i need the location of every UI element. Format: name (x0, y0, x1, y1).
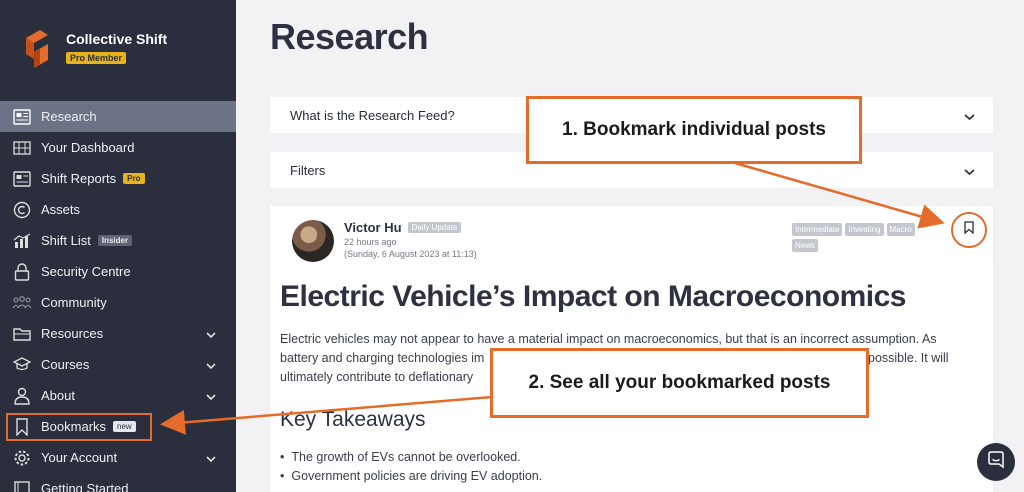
post-timestamp: (Sunday, 6 August 2023 at 11:13) (344, 249, 477, 259)
sidebar-item-research[interactable]: Research (0, 101, 236, 132)
brand-name: Collective Shift (66, 31, 168, 47)
key-takeaways-heading: Key Takeaways (280, 408, 426, 431)
sidebar-item-label: Getting Started (41, 481, 129, 492)
sidebar-item-shift-reports[interactable]: Shift Reports Pro (0, 163, 236, 194)
chevron-down-icon[interactable] (206, 358, 216, 373)
chat-button[interactable] (977, 443, 1015, 481)
post-tag[interactable]: Intermediate (792, 223, 843, 236)
sidebar-item-label: Resources (41, 326, 104, 341)
sidebar-item-about[interactable]: About (0, 380, 236, 411)
sidebar-item-label: Shift Reports (41, 171, 117, 186)
main-content: Research What is the Research Feed? Filt… (236, 0, 1024, 492)
post-body-fragment: battery and charging technologies im (280, 351, 485, 365)
insider-badge: Insider (97, 235, 133, 246)
sidebar-item-label: Assets (41, 202, 81, 217)
graduation-cap-icon (12, 356, 32, 374)
accordion-label: What is the Research Feed? (290, 107, 455, 123)
bookmarks-highlight-box (6, 413, 152, 441)
post-time: 22 hours ago (Sunday, 6 August 2023 at 1… (344, 236, 477, 260)
brand-logo (22, 28, 52, 68)
sidebar-item-courses[interactable]: Courses (0, 349, 236, 380)
post-tag[interactable]: News (792, 239, 819, 252)
sidebar-item-label: Courses (41, 357, 90, 372)
sidebar-item-assets[interactable]: Assets (0, 194, 236, 225)
post-type-badge: Daily Update (407, 222, 462, 233)
sidebar-item-security-centre[interactable]: Security Centre (0, 256, 236, 287)
sidebar-item-getting-started[interactable]: Getting Started (0, 473, 236, 492)
sidebar-item-label: Your Account (41, 450, 118, 465)
bookmark-icon (964, 221, 974, 239)
person-icon (12, 387, 32, 405)
book-icon (12, 480, 32, 492)
takeaways-list: The growth of EVs cannot be overlooked. … (280, 448, 542, 486)
folder-icon (12, 325, 32, 343)
post-author[interactable]: Victor Hu (344, 220, 402, 235)
page-title: Research (270, 16, 429, 57)
chart-icon (12, 232, 32, 250)
post-body-fragment: possible. It will (868, 351, 949, 365)
sidebar-item-label: Research (41, 109, 97, 124)
news-icon (12, 108, 32, 126)
bookmark-button[interactable] (951, 212, 987, 248)
post-time-ago: 22 hours ago (344, 237, 397, 247)
gear-icon (12, 449, 32, 467)
sidebar-item-label: Shift List (41, 233, 91, 248)
post-tag[interactable]: Macro (886, 223, 915, 236)
post-body-line: Electric vehicles may not appear to have… (280, 332, 937, 346)
copyright-icon (12, 201, 32, 219)
sidebar-item-your-account[interactable]: Your Account (0, 442, 236, 473)
sidebar-item-label: Security Centre (41, 264, 131, 279)
dashboard-icon (12, 139, 32, 157)
callout-see-bookmarks: 2. See all your bookmarked posts (490, 348, 869, 418)
avatar[interactable] (292, 220, 334, 262)
chevron-down-icon[interactable] (206, 389, 216, 404)
list-item: The growth of EVs cannot be overlooked. (280, 448, 542, 467)
report-icon (12, 170, 32, 188)
sidebar-item-label: Community (41, 295, 107, 310)
chat-icon (987, 450, 1005, 474)
accordion-label: Filters (290, 162, 326, 178)
people-icon (12, 294, 32, 312)
list-item: Government policies are driving EV adopt… (280, 467, 542, 486)
brand[interactable]: Collective Shift Pro Member (22, 28, 167, 68)
pro-badge: Pro (123, 173, 145, 184)
sidebar-item-community[interactable]: Community (0, 287, 236, 318)
sidebar-item-resources[interactable]: Resources (0, 318, 236, 349)
post-tags: Intermediate Investing Macro News (792, 223, 942, 252)
membership-badge: Pro Member (66, 52, 127, 64)
lock-icon (12, 262, 32, 281)
post-tag[interactable]: Investing (845, 223, 884, 236)
chevron-down-icon[interactable] (206, 451, 216, 466)
sidebar-item-dashboard[interactable]: Your Dashboard (0, 132, 236, 163)
chevron-down-icon (964, 164, 975, 179)
post-headline[interactable]: Electric Vehicle’s Impact on Macroeconom… (280, 280, 906, 314)
post-author-row: Victor Hu Daily Update (344, 220, 462, 235)
sidebar-item-label: About (41, 388, 75, 403)
callout-bookmark-posts: 1. Bookmark individual posts (526, 96, 862, 164)
sidebar-item-label: Your Dashboard (41, 140, 135, 155)
sidebar: Collective Shift Pro Member Research You… (0, 0, 236, 492)
chevron-down-icon (964, 109, 975, 124)
chevron-down-icon[interactable] (206, 327, 216, 342)
sidebar-item-shift-list[interactable]: Shift List Insider (0, 225, 236, 256)
